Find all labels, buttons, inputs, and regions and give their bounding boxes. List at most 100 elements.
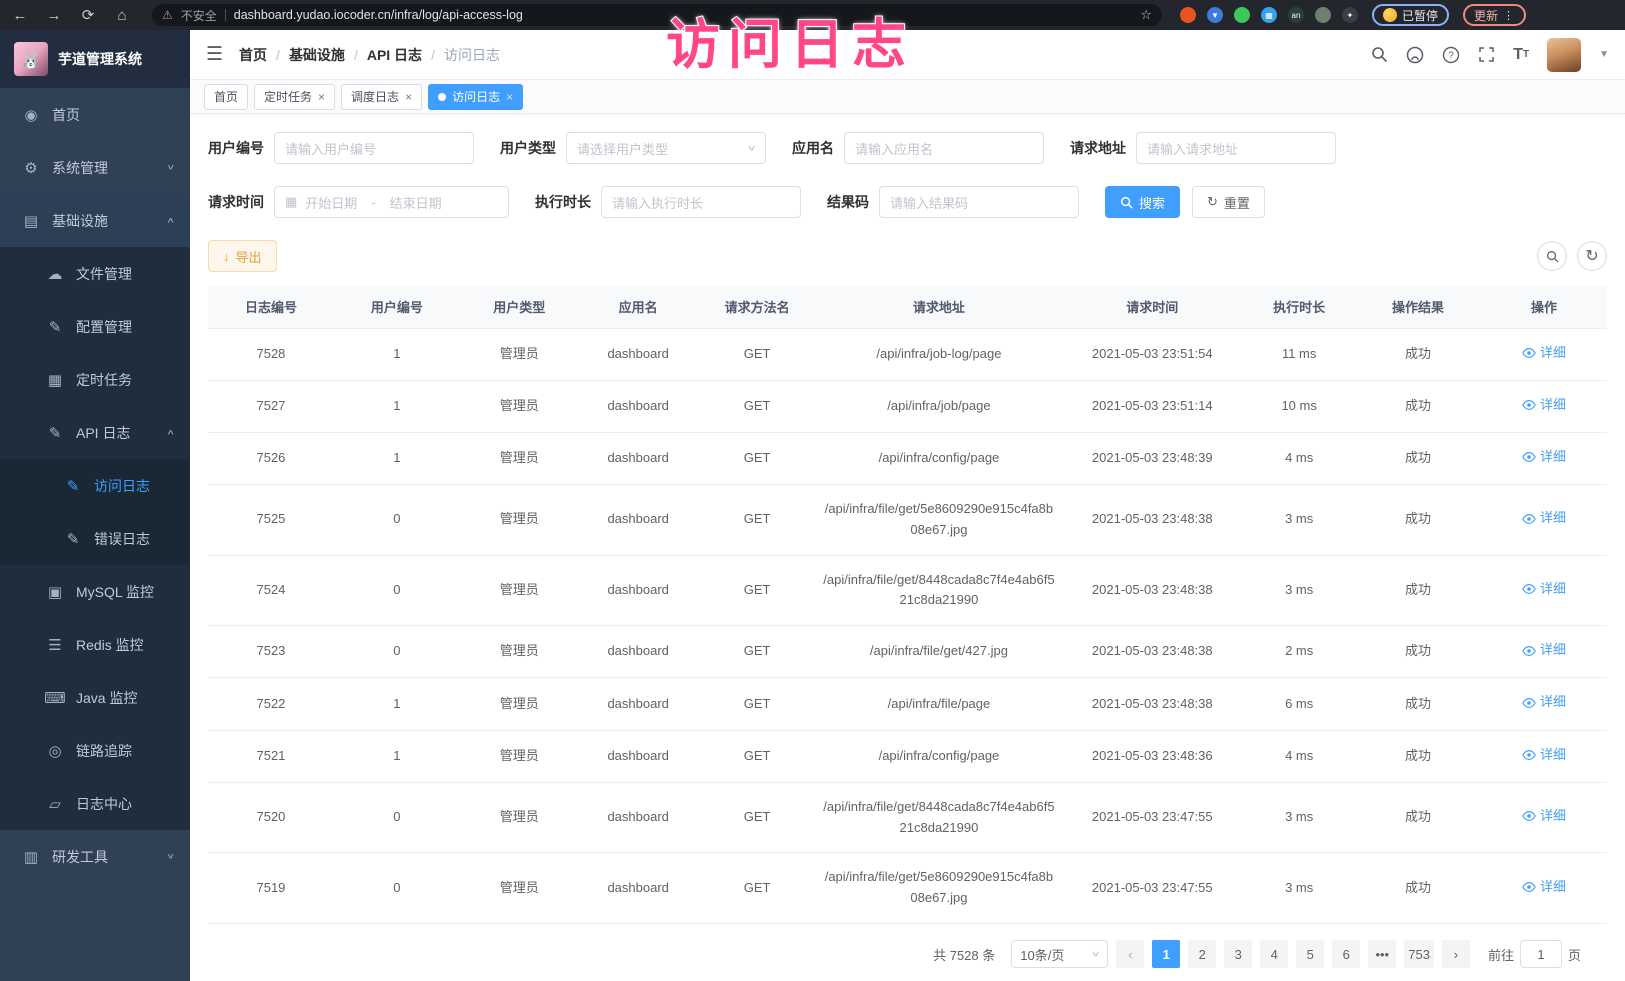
duration-label: 执行时长 [535,192,591,212]
detail-link-label: 详细 [1540,343,1566,364]
sidebar-item-7[interactable]: ✎访问日志 [0,459,190,512]
user-avatar[interactable] [1547,38,1581,72]
detail-link[interactable]: 详细 [1522,343,1566,364]
sidebar-item-12[interactable]: ◎链路追踪 [0,724,190,777]
help-icon[interactable]: ? [1442,46,1460,64]
page-size-select[interactable]: 10条/页 ∨ [1011,940,1108,968]
hamburger-icon[interactable]: ☰ [206,43,223,66]
goto-page-input[interactable] [1520,940,1562,968]
filter-row-1: 用户编号 请输入用户编号 用户类型 请选择用户类型 ∨ 应用名 请输入应用名 请… [208,132,1607,164]
detail-link-label: 详细 [1540,447,1566,468]
search-button[interactable]: 搜索 [1105,186,1180,218]
cell-userId: 1 [334,328,460,380]
cell-url: /api/infra/file/get/5e8609290e915c4fa8b0… [817,485,1062,556]
address-bar[interactable]: ⚠ 不安全 dashboard.yudao.iocoder.cn/infra/l… [152,4,1162,26]
cell-duration: 11 ms [1243,328,1355,380]
app-name-input[interactable]: 请输入应用名 [844,132,1044,164]
refresh-table-button[interactable]: ↻ [1577,241,1607,271]
home-icon[interactable]: ⌂ [112,7,132,24]
sidebar-item-11[interactable]: ⌨Java 监控 [0,671,190,724]
pin-icon[interactable]: ✦ [1342,7,1358,23]
request-time-range-picker[interactable]: ▦ 开始日期 - 结束日期 [274,186,509,218]
breadcrumb-item[interactable]: API 日志 [367,45,422,65]
detail-link[interactable]: 详细 [1522,806,1566,827]
user-type-select[interactable]: 请选择用户类型 ∨ [566,132,766,164]
sidebar-item-1[interactable]: ⚙系统管理∨ [0,141,190,194]
extension-cube-icon[interactable]: ▦ [1261,7,1277,23]
paused-badge[interactable]: 已暂停 [1372,4,1449,26]
sidebar-item-4[interactable]: ✎配置管理 [0,300,190,353]
search-icon[interactable] [1371,46,1388,63]
active-tab-dot [438,93,446,101]
github-icon[interactable] [1406,46,1424,64]
tab-close-icon[interactable]: × [506,91,513,103]
next-page-button[interactable]: › [1442,940,1470,968]
user-id-input[interactable]: 请输入用户编号 [274,132,474,164]
tab-close-icon[interactable]: × [405,91,412,103]
page-button-1[interactable]: 1 [1152,940,1180,968]
prev-page-button[interactable]: ‹ [1116,940,1144,968]
detail-link[interactable]: 详细 [1522,745,1566,766]
detail-link[interactable]: 详细 [1522,508,1566,529]
sidebar-item-0[interactable]: ◉首页 [0,88,190,141]
reload-icon[interactable]: ⟳ [78,6,98,24]
page-ellipsis[interactable]: ••• [1368,940,1396,968]
extension-script-icon[interactable] [1315,7,1331,23]
page-button-5[interactable]: 5 [1296,940,1324,968]
sidebar-item-6[interactable]: ✎API 日志∧ [0,406,190,459]
sidebar-item-3[interactable]: ☁文件管理 [0,247,190,300]
detail-link[interactable]: 详细 [1522,692,1566,713]
detail-link[interactable]: 详细 [1522,395,1566,416]
tab-close-icon[interactable]: × [318,91,325,103]
tab-定时任务[interactable]: 定时任务× [254,84,335,110]
detail-link[interactable]: 详细 [1522,447,1566,468]
sidebar-item-8[interactable]: ✎错误日志 [0,512,190,565]
extension-android-icon[interactable]: an [1288,7,1304,23]
fullscreen-icon[interactable] [1478,46,1495,63]
page-button-753[interactable]: 753 [1404,940,1434,968]
sidebar-item-5[interactable]: ▦定时任务 [0,353,190,406]
duration-input[interactable]: 请输入执行时长 [601,186,801,218]
browser-menu-icon[interactable]: ⋮ [1503,9,1515,22]
page-button-6[interactable]: 6 [1332,940,1360,968]
tab-调度日志[interactable]: 调度日志× [341,84,422,110]
breadcrumb-item[interactable]: 基础设施 [289,45,345,65]
forward-icon[interactable]: → [44,7,64,24]
column-header: 操作结果 [1355,286,1481,328]
reset-button[interactable]: ↻ 重置 [1192,186,1265,218]
sidebar-item-10[interactable]: ☰Redis 监控 [0,618,190,671]
page-button-2[interactable]: 2 [1188,940,1216,968]
result-code-input[interactable]: 请输入结果码 [879,186,1079,218]
table-row: 75230管理员dashboardGET/api/infra/file/get/… [208,626,1607,678]
update-button[interactable]: 更新 ⋮ [1463,4,1526,26]
cell-url: /api/infra/file/get/8448cada8c7f4e4ab6f5… [817,555,1062,626]
breadcrumb-item[interactable]: 首页 [239,45,267,65]
toggle-search-button[interactable] [1537,241,1567,271]
detail-link[interactable]: 详细 [1522,877,1566,898]
sidebar-item-label: Redis 监控 [76,635,144,655]
sidebar-item-2[interactable]: ▤基础设施∧ [0,194,190,247]
page-button-3[interactable]: 3 [1224,940,1252,968]
cell-app: dashboard [579,678,698,730]
tab-访问日志[interactable]: 访问日志× [428,84,523,110]
request-url-input[interactable]: 请输入请求地址 [1136,132,1336,164]
extension-wechat-icon[interactable] [1234,7,1250,23]
export-button[interactable]: ↓ 导出 [208,240,277,272]
extension-shield-icon[interactable]: ▼ [1207,7,1223,23]
page-button-4[interactable]: 4 [1260,940,1288,968]
cell-userId: 0 [334,555,460,626]
sidebar-item-13[interactable]: ▱日志中心 [0,777,190,830]
extension-ubuntu-icon[interactable] [1180,7,1196,23]
cell-duration: 10 ms [1243,380,1355,432]
font-size-icon[interactable]: TT [1513,46,1529,64]
cell-time: 2021-05-03 23:48:38 [1061,555,1243,626]
bookmark-star-icon[interactable]: ☆ [1140,7,1152,23]
tab-首页[interactable]: 首页 [204,84,248,110]
back-icon[interactable]: ← [10,7,30,24]
app-logo[interactable]: 🐰 芋道管理系统 [0,30,190,88]
detail-link[interactable]: 详细 [1522,579,1566,600]
avatar-caret-icon[interactable]: ▼ [1599,49,1609,60]
sidebar-item-14[interactable]: ▥研发工具∨ [0,830,190,883]
sidebar-item-9[interactable]: ▣MySQL 监控 [0,565,190,618]
detail-link[interactable]: 详细 [1522,640,1566,661]
